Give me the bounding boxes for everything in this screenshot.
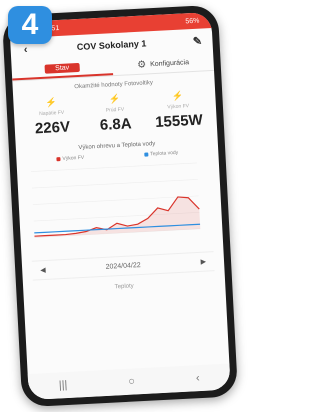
tab-stav[interactable]: Stav [11,57,114,81]
app-screen: 5:51 56% ‹ COV Sokolany 1 ✎ Stav ⚙ Konfi… [9,11,231,401]
voltage-card: ⚡ Napätie FV 226V [21,96,83,138]
current-icon: ⚡ [108,93,121,105]
home-button[interactable]: ○ [128,375,135,387]
current-label: Prúd FV [105,106,125,114]
recent-apps-button[interactable]: ||| [59,379,68,391]
gear-icon: ⚙ [136,58,147,71]
chart-gridline [31,179,198,189]
chart-gridline [31,162,197,172]
pencil-icon[interactable]: ✎ [190,34,205,48]
system-nav-bar: ||| ○ ‹ [27,363,231,401]
back-arrow-icon[interactable]: ‹ [18,43,33,56]
legend-power-label: Výkon FV [62,154,85,162]
legend-temp-label: Teplota vody [150,149,179,158]
tab-stav-label: Stav [44,62,80,74]
power-label: Výkon FV [167,103,190,111]
tab-konfiguracia-label: Konfigurácia [149,58,190,68]
next-day-button[interactable]: ▶ [200,258,206,266]
power-icon: ⚡ [171,90,184,102]
voltage-icon: ⚡ [45,97,58,108]
power-temperature-chart [31,162,201,238]
value-cards: ⚡ Napätie FV 226V ⚡ Prúd FV 6.8A ⚡ Výkon… [13,89,217,139]
page-title: COV Sokolany 1 [76,38,147,53]
legend-item-temperature[interactable]: Teplota vody [144,150,178,158]
current-card: ⚡ Prúd FV 6.8A [84,93,146,135]
power-value: 1555W [154,111,204,132]
current-value: 6.8A [99,115,132,134]
back-button[interactable]: ‹ [196,372,200,384]
prev-day-button[interactable]: ◀ [40,266,46,274]
power-card: ⚡ Výkon FV 1555W [147,89,209,131]
battery-level: 56% [185,17,200,25]
current-date[interactable]: 2024/04/22 [105,262,140,271]
tab-konfiguracia[interactable]: ⚙ Konfigurácia [112,52,214,75]
phone-frame: 5:51 56% ‹ COV Sokolany 1 ✎ Stav ⚙ Konfi… [1,4,239,408]
temperatures-section-label: Teploty [114,283,134,291]
date-navigator: ◀ 2024/04/22 ▶ [31,251,215,281]
voltage-label: Napätie FV [39,109,65,118]
voltage-value: 226V [34,118,71,138]
legend-item-power[interactable]: Výkon FV [56,155,84,162]
step-badge: 4 [8,6,52,44]
